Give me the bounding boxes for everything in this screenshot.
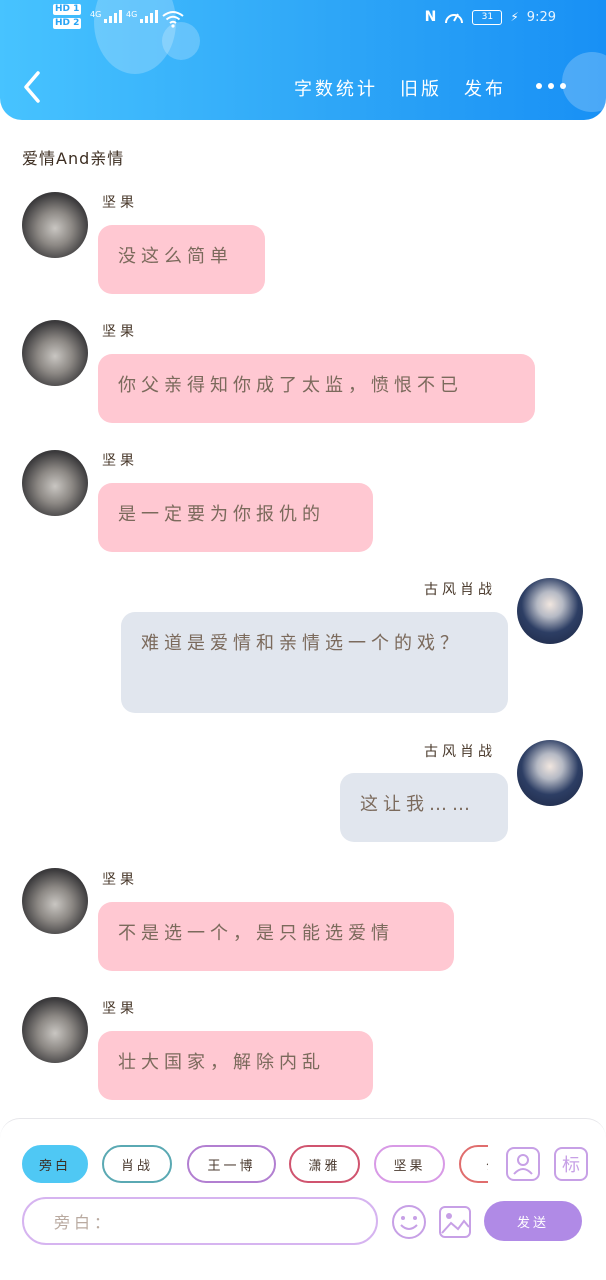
- decor-bubble: [562, 52, 606, 112]
- dot-icon: [536, 83, 542, 89]
- message-bubble[interactable]: 是一定要为你报仇的: [98, 483, 373, 552]
- message-input[interactable]: 旁白：: [22, 1197, 378, 1245]
- role-chip[interactable]: 肖战: [102, 1145, 172, 1183]
- publish-button[interactable]: 发布: [464, 75, 506, 101]
- message-bubble[interactable]: 没这么简单: [98, 225, 265, 294]
- sender-name: 坚果: [102, 453, 138, 469]
- sender-name: 坚果: [102, 1001, 138, 1017]
- message-bubble[interactable]: 你父亲得知你成了太监，愤恨不已: [98, 354, 535, 423]
- speed-icon: [445, 13, 464, 24]
- role-chip[interactable]: 潇雅: [289, 1145, 360, 1183]
- role-chip[interactable]: 坚果: [374, 1145, 445, 1183]
- smiley-icon[interactable]: [390, 1203, 428, 1241]
- message-bubble[interactable]: 这让我……: [340, 773, 508, 842]
- sim-indicators: HD 1 HD 2: [53, 4, 82, 29]
- message-bubble[interactable]: 不是选一个，是只能选爱情: [98, 902, 454, 971]
- image-icon[interactable]: [438, 1205, 472, 1239]
- avatar[interactable]: [22, 868, 88, 934]
- message-bubble[interactable]: 难道是爱情和亲情选一个的戏？: [121, 612, 508, 713]
- sender-name: 坚果: [102, 872, 138, 888]
- sender-name: 古风肖战: [424, 582, 496, 598]
- chat-title: 爱情And亲情: [22, 149, 125, 168]
- header: HD 1 HD 2 4G 4G N 31 ⚡ 9:29 字数统计 旧版 发布: [0, 0, 606, 120]
- network-type: 4G: [126, 10, 138, 19]
- input-placeholder: 旁白：: [54, 1213, 115, 1232]
- battery-icon: 31: [472, 9, 503, 25]
- app-root: HD 1 HD 2 4G 4G N 31 ⚡ 9:29 字数统计 旧版 发布 爱…: [0, 0, 606, 1280]
- sender-name: 坚果: [102, 195, 138, 211]
- send-button[interactable]: 发送: [484, 1201, 582, 1241]
- old-version-button[interactable]: 旧版: [400, 75, 442, 101]
- signal-icon: 4G: [126, 10, 159, 23]
- status-bar: HD 1 HD 2 4G 4G N 31 ⚡ 9:29: [0, 0, 606, 40]
- role-manage-button[interactable]: [506, 1147, 540, 1181]
- sim2-badge: HD 2: [53, 18, 82, 29]
- sender-name: 古风肖战: [424, 744, 496, 760]
- nfc-icon: N: [424, 9, 437, 25]
- avatar[interactable]: [22, 997, 88, 1063]
- chevron-left-icon: [24, 71, 40, 103]
- more-button[interactable]: [536, 83, 566, 89]
- back-button[interactable]: [22, 70, 42, 104]
- composer-panel: 旁白 肖战 王一博 潇雅 坚果 公 标 旁白： 发送: [0, 1118, 606, 1280]
- sender-name: 坚果: [102, 324, 138, 340]
- avatar[interactable]: [517, 740, 583, 806]
- avatar[interactable]: [22, 192, 88, 258]
- role-selector: 旁白 肖战 王一博 潇雅 坚果 公: [22, 1145, 488, 1185]
- status-right: N 31 ⚡ 9:29: [425, 8, 556, 26]
- dot-icon: [548, 83, 554, 89]
- role-chip[interactable]: 公: [459, 1145, 488, 1183]
- avatar[interactable]: [517, 578, 583, 644]
- message-bubble[interactable]: 壮大国家，解除内乱: [98, 1031, 373, 1100]
- person-card-icon: [513, 1154, 533, 1175]
- sim1-badge: HD 1: [53, 4, 82, 15]
- mark-button[interactable]: 标: [554, 1147, 588, 1181]
- clock: 9:29: [526, 9, 556, 25]
- avatar[interactable]: [22, 450, 88, 516]
- word-count-button[interactable]: 字数统计: [294, 75, 378, 101]
- role-chip-narrator[interactable]: 旁白: [22, 1145, 88, 1183]
- signal-icon: 4G: [90, 10, 123, 23]
- avatar[interactable]: [22, 320, 88, 386]
- header-actions: 字数统计 旧版 发布: [294, 75, 506, 101]
- charging-icon: ⚡: [510, 10, 519, 24]
- dot-icon: [560, 83, 566, 89]
- network-type: 4G: [90, 10, 102, 19]
- wifi-icon: [162, 11, 184, 28]
- role-chip[interactable]: 王一博: [187, 1145, 276, 1183]
